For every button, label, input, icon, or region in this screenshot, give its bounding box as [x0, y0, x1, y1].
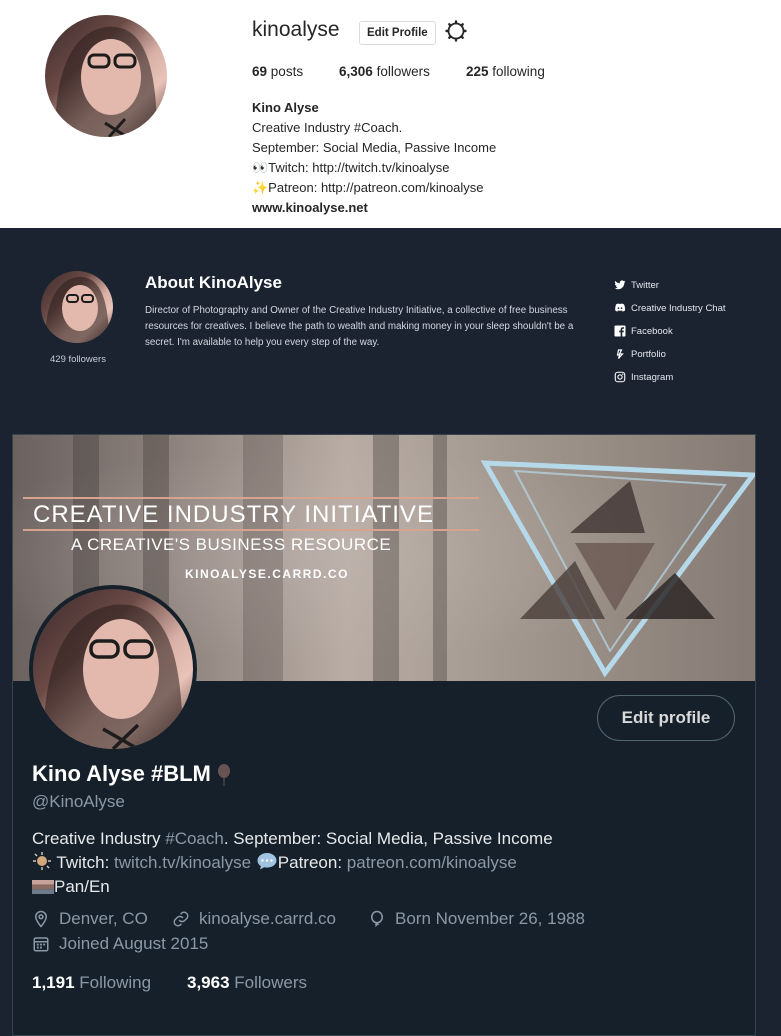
bio-line: September: Social Media, Passive Income: [252, 140, 497, 155]
link-discord[interactable]: Creative Industry Chat: [614, 302, 726, 314]
about-panel: 429 followers About KinoAlyse Director o…: [0, 228, 781, 428]
twitter-edit-profile-button[interactable]: Edit profile: [597, 695, 735, 741]
banner-title: CREATIVE INDUSTRY INITIATIVE: [33, 501, 434, 528]
instagram-full-name: Kino Alyse: [252, 100, 319, 115]
portfolio-icon: [616, 349, 624, 359]
twitch-link[interactable]: twitch.tv/kinoalyse: [114, 853, 251, 872]
link-label: Portfolio: [631, 348, 666, 360]
twitter-handle: @KinoAlyse: [32, 792, 125, 811]
bio-line: ✨Patreon: http://patreon.com/kinoalyse: [252, 180, 484, 195]
flag-icon: [32, 880, 54, 894]
about-followers-count: 429 followers: [50, 354, 106, 365]
bio-line: Creative Industry #Coach. September: Soc…: [32, 829, 553, 848]
instagram-website-link[interactable]: www.kinoalyse.net: [252, 198, 496, 218]
banner-divider-bottom: [23, 529, 479, 531]
link-portfolio[interactable]: Portfolio: [614, 348, 666, 360]
display-name-text: Kino Alyse #BLM: [32, 761, 211, 786]
settings-gear-icon[interactable]: [445, 20, 467, 42]
about-title: About KinoAlyse: [145, 273, 282, 292]
twitter-profile: CREATIVE INDUSTRY INITIATIVE A CREATIVE'…: [12, 434, 756, 1036]
joined-item: Joined August 2015: [32, 934, 208, 954]
following-stat[interactable]: 225 following: [466, 64, 545, 79]
instagram-profile-header: kinoalyse Edit Profile 69 posts 6,306 fo…: [0, 0, 781, 228]
instagram-username: kinoalyse: [252, 18, 340, 41]
link-label: Twitter: [631, 279, 659, 291]
speech-bubble-icon: [257, 853, 277, 870]
banner-subtitle: A CREATIVE'S BUSINESS RESOURCE: [71, 535, 392, 554]
balloon-icon: [217, 764, 230, 787]
instagram-edit-profile-button[interactable]: Edit Profile: [359, 21, 436, 45]
location-item: Denver, CO: [32, 909, 148, 929]
bio-line: Creative Industry #Coach.: [252, 120, 403, 135]
balloon-outline-icon: [370, 910, 384, 927]
hashtag-link[interactable]: #Coach: [165, 829, 224, 848]
link-label: Instagram: [631, 371, 674, 383]
link-label: Facebook: [631, 325, 673, 337]
sparkle-burst-icon: [33, 852, 51, 870]
followers-stat[interactable]: 6,306 followers: [339, 64, 430, 79]
location-pin-icon: [34, 910, 48, 928]
twitter-avatar[interactable]: [29, 585, 197, 753]
followers-count-link[interactable]: 3,963 Followers: [187, 973, 307, 993]
patreon-link[interactable]: patreon.com/kinoalyse: [347, 853, 517, 872]
birthday-item: Born November 26, 1988: [368, 909, 585, 929]
triangle-logo: [480, 460, 755, 678]
instagram-bio: Kino Alyse Creative Industry #Coach. Sep…: [252, 98, 496, 218]
about-avatar: [41, 271, 113, 343]
link-instagram[interactable]: Instagram: [614, 371, 673, 383]
posts-stat: 69 posts: [252, 64, 304, 79]
instagram-avatar[interactable]: [45, 15, 167, 137]
about-description: Director of Photography and Owner of the…: [145, 305, 574, 348]
banner-url: KINOALYSE.CARRD.CO: [185, 567, 349, 581]
link-label: Creative Industry Chat: [631, 302, 726, 314]
twitter-bio: Creative Industry #Coach. September: Soc…: [32, 827, 553, 899]
bio-line: Twitch: twitch.tv/kinoalyse Patreon: pat…: [32, 851, 553, 875]
calendar-icon: [33, 937, 49, 952]
twitter-icon: [614, 280, 626, 290]
discord-icon: [615, 303, 626, 312]
following-count-link[interactable]: 1,191 Following: [32, 973, 151, 993]
banner-divider-top: [23, 497, 479, 499]
instagram-icon: [614, 371, 626, 383]
link-facebook[interactable]: Facebook: [614, 325, 673, 337]
bio-line: Pan/En: [32, 875, 553, 899]
link-twitter[interactable]: Twitter: [614, 279, 659, 291]
facebook-icon: [614, 325, 626, 337]
link-icon: [173, 911, 189, 927]
twitter-display-name: Kino Alyse #BLM: [32, 761, 231, 787]
website-item[interactable]: kinoalyse.carrd.co: [172, 909, 336, 929]
bio-line: 👀Twitch: http://twitch.tv/kinoalyse: [252, 160, 450, 175]
